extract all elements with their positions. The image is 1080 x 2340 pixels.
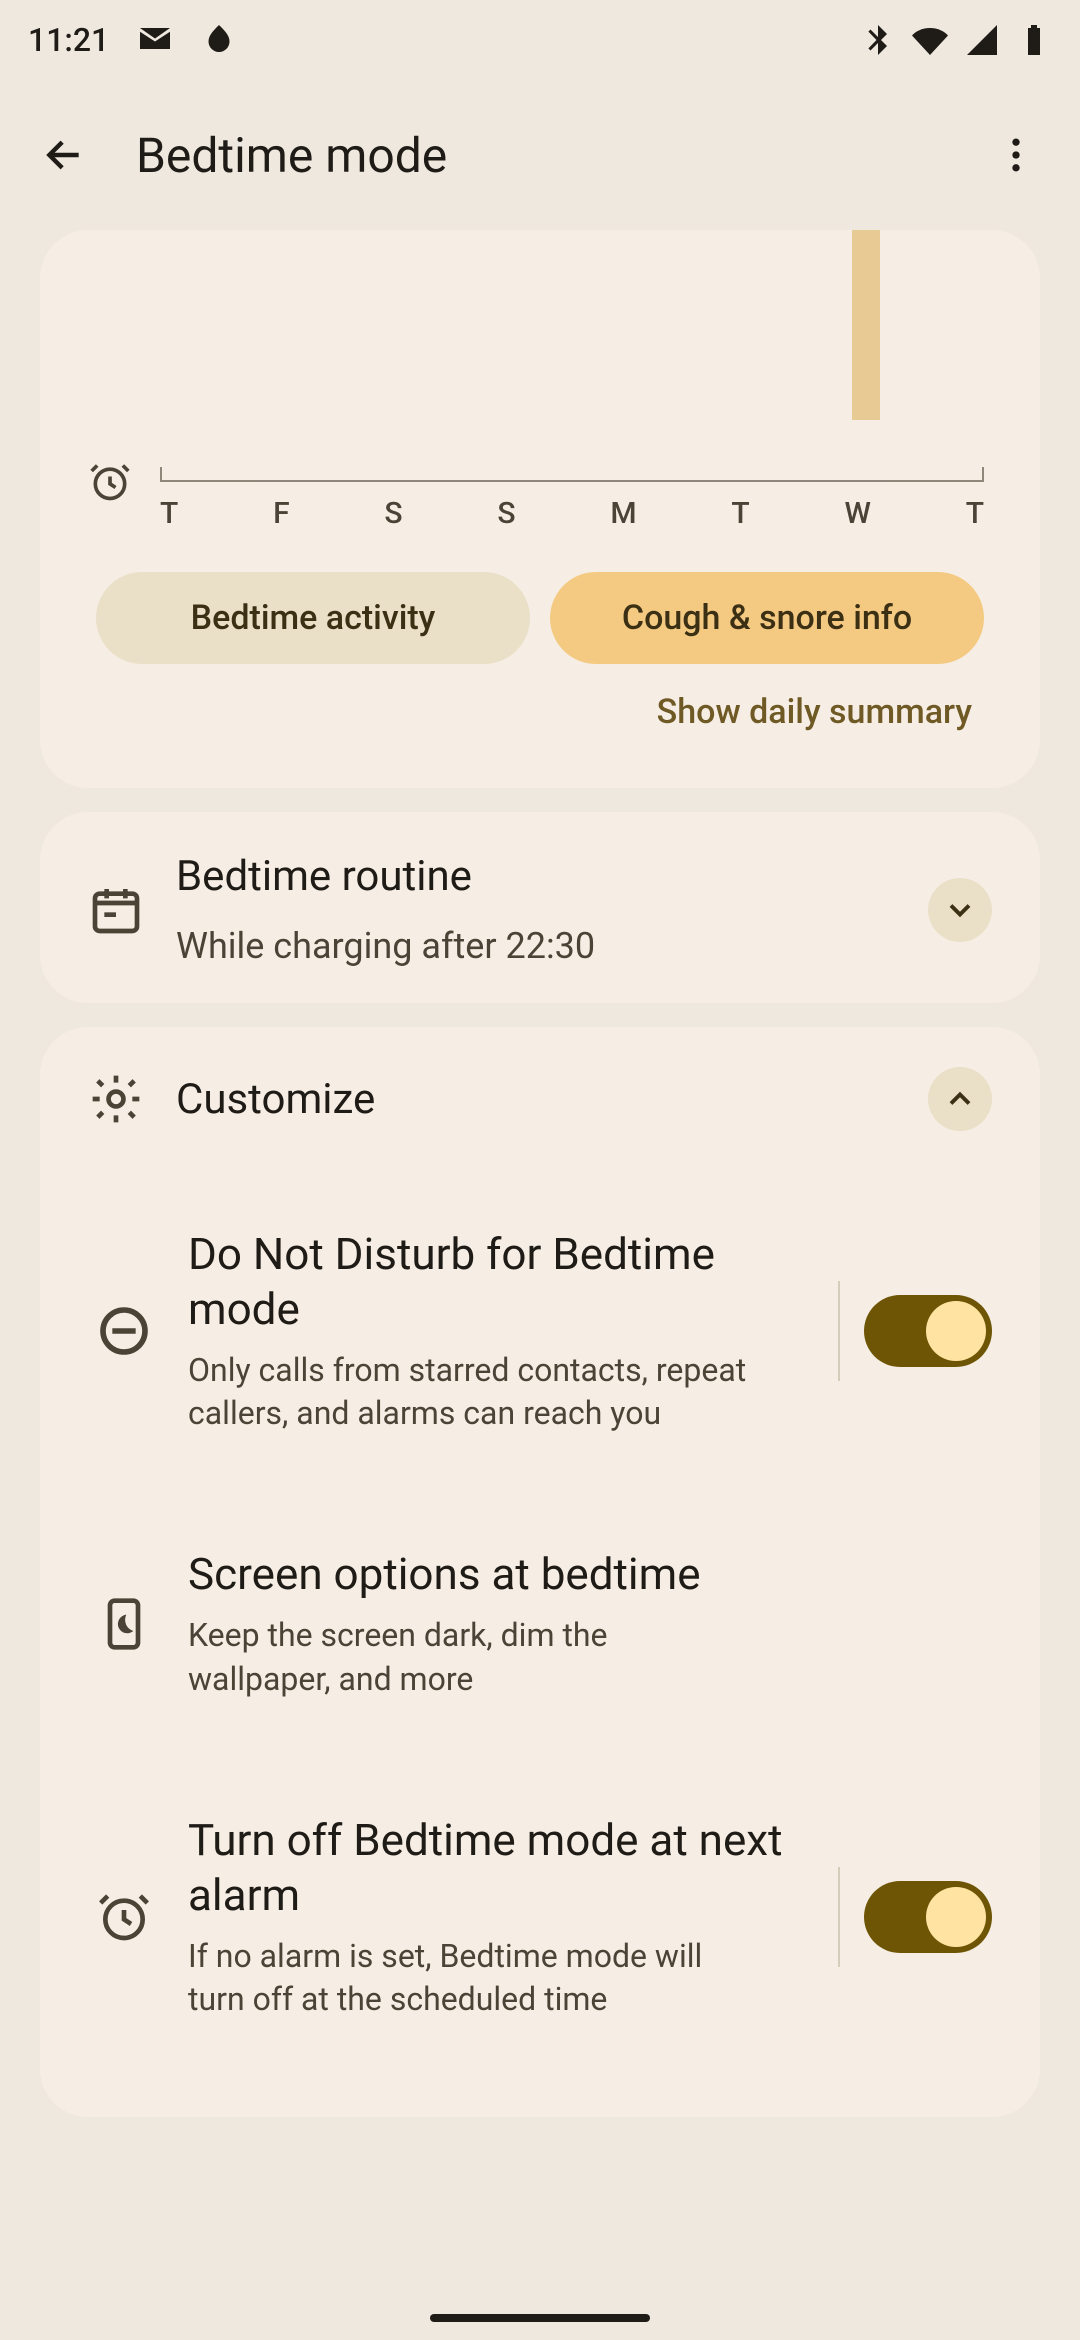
more-menu-button[interactable] [976,115,1056,195]
gmail-icon [137,22,173,58]
customize-card: Customize Do Not Disturb for Bedtime mod… [40,1027,1040,2117]
chart-day-label: M [610,496,636,531]
bedtime-routine-card[interactable]: Bedtime routine While charging after 22:… [40,812,1040,1003]
alarm-off-toggle[interactable] [864,1881,992,1953]
battery-icon [1016,22,1052,58]
bedtime-activity-chip[interactable]: Bedtime activity [96,572,530,664]
cell-signal-icon [964,22,1000,58]
chart-day-label: S [497,496,515,531]
bedtime-chart-card: T F S S M T W T Bedtime activity Cough & snore … [40,230,1040,788]
chart-day-label: T [731,496,749,531]
dnd-desc: Only calls from starred contacts, repeat… [188,1349,748,1435]
weekly-chart: TFSSMTWT [40,230,1040,540]
chart-bar [852,230,880,420]
dnd-toggle[interactable] [864,1295,992,1367]
collapse-customize-button[interactable] [928,1067,992,1131]
chart-day-label: S [384,496,402,531]
alarm-clock-icon [88,460,132,504]
phone-moon-icon [96,1596,152,1652]
back-button[interactable] [24,115,104,195]
bluetooth-icon [860,22,896,58]
cough-snore-chip[interactable]: Cough & snore info [550,572,984,664]
wifi-icon [912,22,948,58]
status-time: 11:21 [28,21,109,59]
bedtime-routine-subtitle: While charging after 22:30 [176,925,896,967]
app-bar: Bedtime mode [0,80,1080,230]
gear-icon [88,1071,144,1127]
dnd-row[interactable]: Do Not Disturb for Bedtime mode Only cal… [88,1171,992,1491]
expand-routine-button[interactable] [928,878,992,942]
alarm-icon [96,1889,152,1945]
screen-options-title: Screen options at bedtime [188,1547,992,1602]
alarm-off-row[interactable]: Turn off Bedtime mode at next alarm If n… [88,1757,992,2077]
alarm-off-desc: If no alarm is set, Bedtime mode will tu… [188,1935,748,2021]
bedtime-routine-title: Bedtime routine [176,852,896,901]
chart-day-label: W [844,496,870,531]
dnd-title: Do Not Disturb for Bedtime mode [188,1227,802,1337]
customize-title: Customize [176,1075,896,1124]
alarm-off-title: Turn off Bedtime mode at next alarm [188,1813,802,1923]
status-bar: 11:21 [0,0,1080,80]
do-not-disturb-icon [96,1303,152,1359]
leaf-icon [201,22,237,58]
gesture-nav-handle [430,2314,650,2322]
calendar-icon [88,882,144,938]
chart-day-label: T [966,496,984,531]
page-title: Bedtime mode [136,127,944,184]
screen-options-row[interactable]: Screen options at bedtime Keep the scree… [88,1491,992,1756]
chart-day-label: F [273,496,290,531]
show-daily-summary-link[interactable]: Show daily summary [40,664,1040,732]
screen-options-desc: Keep the screen dark, dim the wallpaper,… [188,1614,748,1700]
chart-day-label: T [160,496,178,531]
